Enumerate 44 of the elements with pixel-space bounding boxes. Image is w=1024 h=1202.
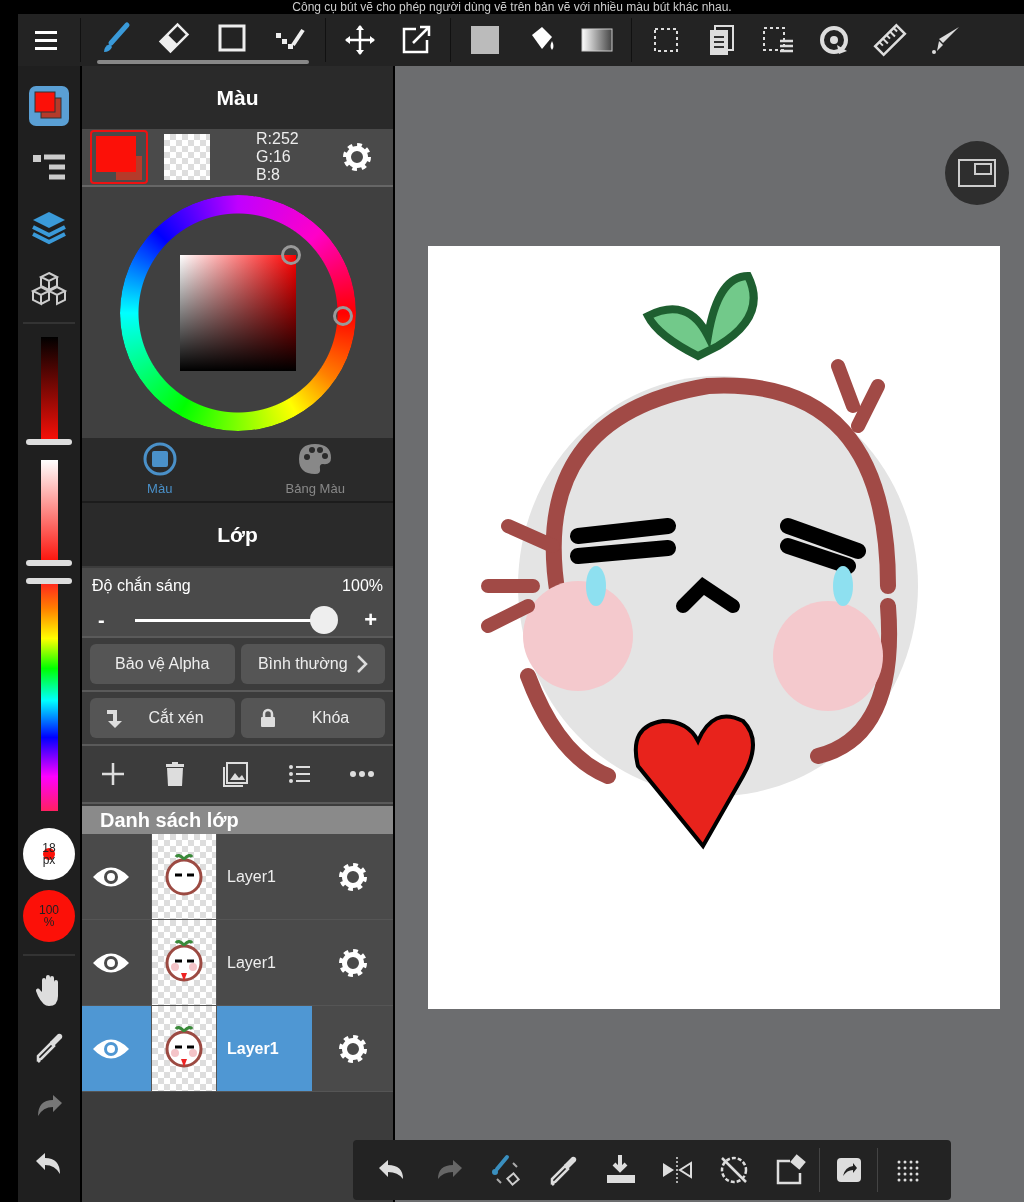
layer-option-button[interactable]: Bình thường	[240, 644, 385, 684]
foreground-color-swatch[interactable]	[90, 130, 148, 184]
slider-thumb[interactable]	[26, 578, 72, 584]
window-icon	[957, 158, 997, 188]
chevron-icon	[355, 654, 368, 674]
fill-square-icon[interactable]	[468, 23, 502, 57]
minus-button[interactable]: -	[92, 609, 111, 631]
layer-name[interactable]: Layer1	[227, 950, 276, 975]
panel-tab[interactable]: Màu	[82, 438, 238, 501]
clip-arrow-icon	[104, 707, 123, 729]
layer-option-button[interactable]: Cắt xén	[90, 698, 235, 738]
visibility-toggle[interactable]	[82, 1006, 152, 1091]
plus-button[interactable]: +	[358, 609, 383, 631]
list-title: Danh sách lớp	[82, 806, 393, 834]
lock-icon	[260, 708, 277, 728]
eraser-icon	[157, 21, 191, 55]
opacity-label: Độ chắn sáng	[92, 575, 191, 596]
rotate-icon[interactable]	[817, 23, 851, 57]
hue-marker[interactable]	[333, 306, 353, 326]
gear-icon[interactable]	[336, 946, 369, 979]
rgb-value: R:252	[256, 130, 299, 148]
opacity-value: 100%	[342, 576, 383, 596]
gear-icon[interactable]	[341, 141, 373, 173]
layer-name[interactable]: Layer1	[227, 864, 276, 889]
layer-option-button[interactable]: Khóa	[240, 698, 385, 738]
saturation-square[interactable]	[180, 255, 296, 371]
tooltip-text: Công cụ bút vẽ cho phép người dùng vẽ trên bản vẽ với nhiều màu bút khác nhau.	[291, 0, 733, 14]
color-swatch-icon[interactable]	[27, 84, 71, 128]
background-color-swatch[interactable]	[164, 134, 210, 180]
gear-icon[interactable]	[336, 860, 369, 893]
slider-thumb[interactable]	[310, 606, 339, 634]
slider-thumb[interactable]	[26, 560, 72, 566]
slider-thumb[interactable]	[26, 439, 72, 445]
opacity-indicator[interactable]: 100 %	[23, 890, 75, 942]
panel-title: Lớp	[82, 503, 393, 566]
rgb-value: B:8	[256, 166, 281, 184]
rgb-value: G:16	[256, 148, 292, 166]
layer-option-button[interactable]: Bảo vệ Alpha	[90, 644, 235, 684]
ruler-icon[interactable]	[873, 23, 907, 57]
panel-tab[interactable]: Bảng Màu	[237, 438, 393, 501]
move-icon[interactable]	[343, 23, 377, 57]
panel-title: Màu	[82, 66, 393, 129]
gear-icon[interactable]	[336, 1032, 369, 1065]
color-marker[interactable]	[281, 245, 301, 265]
